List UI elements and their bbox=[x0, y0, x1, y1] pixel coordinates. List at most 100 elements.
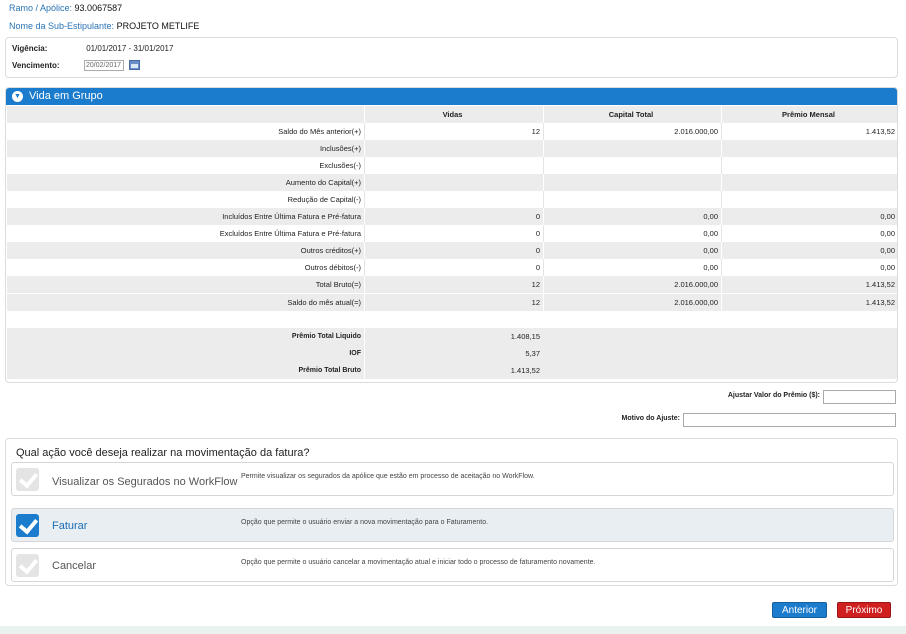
actions-panel: Qual ação você deseja realizar na movime… bbox=[5, 438, 898, 586]
option-label: Visualizar os Segurados no WorkFlow bbox=[52, 476, 238, 488]
summary-label: Prêmio Total Bruto bbox=[298, 367, 361, 374]
option-label: Cancelar bbox=[52, 560, 97, 572]
anterior-button[interactable]: Anterior bbox=[772, 602, 827, 618]
ramo-label: Ramo / Apólice: bbox=[9, 3, 73, 13]
row-capital bbox=[543, 140, 720, 157]
row-vidas bbox=[364, 174, 542, 191]
row-premio bbox=[721, 191, 897, 208]
row-vidas: 12 bbox=[364, 123, 542, 140]
row-label: Exclusões(-) bbox=[319, 161, 361, 170]
vencimento-input[interactable]: 20/02/2017 bbox=[84, 60, 124, 71]
table-row: Incluídos Entre Última Fatura e Pré-fatu… bbox=[7, 208, 897, 225]
sub-estipulante-label: Nome da Sub-Estipulante: bbox=[9, 21, 115, 31]
row-premio: 1.413,52 bbox=[721, 294, 897, 311]
row-capital bbox=[543, 191, 720, 208]
row-capital: 0,00 bbox=[543, 225, 720, 242]
row-vidas bbox=[364, 140, 542, 157]
summary-row: Prêmio Total Liquido 1.408,15 bbox=[7, 328, 897, 345]
sub-estipulante-line: Nome da Sub-Estipulante: PROJETO METLIFE bbox=[9, 21, 199, 31]
row-capital: 2.016.000,00 bbox=[543, 294, 720, 311]
summary-value: 1.408,15 bbox=[364, 328, 542, 345]
row-premio: 0,00 bbox=[721, 225, 897, 242]
row-label: Outros débitos(-) bbox=[304, 263, 361, 272]
vigencia-value: 01/01/2017 - 31/01/2017 bbox=[86, 44, 174, 53]
row-capital: 0,00 bbox=[543, 259, 720, 276]
motivo-ajuste-label: Motivo do Ajuste: bbox=[621, 415, 680, 422]
row-premio: 1.413,52 bbox=[721, 276, 897, 293]
vigencia-label: Vigência: bbox=[12, 44, 48, 53]
summary-label: IOF bbox=[349, 350, 361, 357]
row-premio: 0,00 bbox=[721, 259, 897, 276]
row-premio: 1.413,52 bbox=[721, 123, 897, 140]
row-label: Redução de Capital(-) bbox=[287, 195, 361, 204]
row-premio bbox=[721, 174, 897, 191]
vencimento-row: Vencimento: bbox=[12, 61, 84, 70]
group-header[interactable]: ▼ Vida em Grupo bbox=[6, 88, 897, 105]
row-capital bbox=[543, 157, 720, 174]
option-visualizar-workflow[interactable]: Visualizar os Segurados no WorkFlow Perm… bbox=[11, 462, 894, 496]
ajustar-valor-input[interactable] bbox=[823, 390, 896, 404]
row-vidas bbox=[364, 191, 542, 208]
row-label: Excluídos Entre Última Fatura e Pré-fatu… bbox=[219, 229, 361, 238]
row-capital: 0,00 bbox=[543, 242, 720, 259]
vencimento-label: Vencimento: bbox=[12, 61, 60, 70]
row-capital: 2.016.000,00 bbox=[543, 123, 720, 140]
row-vidas: 0 bbox=[364, 259, 542, 276]
table-row: Outros débitos(-) 0 0,00 0,00 bbox=[7, 259, 897, 276]
summary-value: 1.413,52 bbox=[364, 362, 542, 379]
option-description: Permite visualizar os segurados da apóli… bbox=[241, 473, 535, 480]
checkbox-check-icon[interactable] bbox=[16, 514, 39, 537]
table-row: Excluídos Entre Última Fatura e Pré-fatu… bbox=[7, 225, 897, 242]
table-row: Exclusões(-) bbox=[7, 157, 897, 174]
table-row: Total Bruto(=) 12 2.016.000,00 1.413,52 bbox=[7, 276, 897, 293]
option-description: Opção que permite o usuário cancelar a m… bbox=[241, 559, 596, 566]
row-vidas bbox=[364, 157, 542, 174]
option-description: Opção que permite o usuário enviar a nov… bbox=[241, 519, 489, 526]
chevron-down-icon[interactable]: ▼ bbox=[12, 91, 23, 102]
summary-label: Prêmio Total Liquido bbox=[291, 333, 361, 340]
summary-row: IOF 5,37 bbox=[7, 345, 897, 362]
row-label: Outros créditos(+) bbox=[300, 246, 361, 255]
row-label: Saldo do mês atual(=) bbox=[287, 298, 361, 307]
row-capital: 0,00 bbox=[543, 208, 720, 225]
calendar-icon[interactable] bbox=[129, 60, 140, 70]
motivo-ajuste-input[interactable] bbox=[683, 413, 896, 427]
summary-row: Prêmio Total Bruto 1.413,52 bbox=[7, 362, 897, 379]
vigencia-panel: Vigência: 01/01/2017 - 31/01/2017 Vencim… bbox=[5, 37, 898, 78]
row-premio: 0,00 bbox=[721, 208, 897, 225]
vigencia-row: Vigência: 01/01/2017 - 31/01/2017 bbox=[12, 44, 173, 53]
proximo-button[interactable]: Próximo bbox=[837, 602, 891, 618]
row-vidas: 0 bbox=[364, 242, 542, 259]
column-header-capital: Capital Total bbox=[543, 106, 720, 123]
table-row: Saldo do Mês anterior(+) 12 2.016.000,00… bbox=[7, 123, 897, 140]
table-row: Inclusões(+) bbox=[7, 140, 897, 157]
table-row: Saldo do mês atual(=) 12 2.016.000,00 1.… bbox=[7, 294, 897, 311]
option-faturar[interactable]: Faturar Opção que permite o usuário envi… bbox=[11, 508, 894, 542]
group-title: Vida em Grupo bbox=[29, 90, 103, 102]
row-vidas: 12 bbox=[364, 276, 542, 293]
ramo-value: 93.0067587 bbox=[74, 3, 123, 13]
table-row: Redução de Capital(-) bbox=[7, 191, 897, 208]
ramo-line: Ramo / Apólice: 93.0067587 bbox=[9, 3, 122, 13]
row-premio bbox=[721, 157, 897, 174]
option-label: Faturar bbox=[52, 520, 88, 532]
option-cancelar[interactable]: Cancelar Opção que permite o usuário can… bbox=[11, 548, 894, 582]
row-premio bbox=[721, 140, 897, 157]
checkbox-check-icon[interactable] bbox=[16, 468, 39, 491]
column-header bbox=[7, 106, 363, 123]
row-label: Incluídos Entre Última Fatura e Pré-fatu… bbox=[222, 212, 361, 221]
table-row: Aumento do Capital(+) bbox=[7, 174, 897, 191]
row-label: Total Bruto(=) bbox=[315, 280, 361, 289]
row-capital bbox=[543, 174, 720, 191]
table-header-row: Vidas Capital Total Prêmio Mensal bbox=[7, 106, 897, 123]
summary-value: 5,37 bbox=[364, 345, 542, 362]
row-vidas: 0 bbox=[364, 208, 542, 225]
actions-question: Qual ação você deseja realizar na movime… bbox=[16, 447, 310, 459]
row-label: Inclusões(+) bbox=[319, 144, 361, 153]
sub-estipulante-value: PROJETO METLIFE bbox=[116, 21, 200, 31]
footer-strip bbox=[0, 626, 906, 634]
row-vidas: 12 bbox=[364, 294, 542, 311]
row-label: Aumento do Capital(+) bbox=[285, 178, 361, 187]
ajustar-valor-label: Ajustar Valor do Prêmio ($): bbox=[727, 392, 820, 399]
checkbox-check-icon[interactable] bbox=[16, 554, 39, 577]
